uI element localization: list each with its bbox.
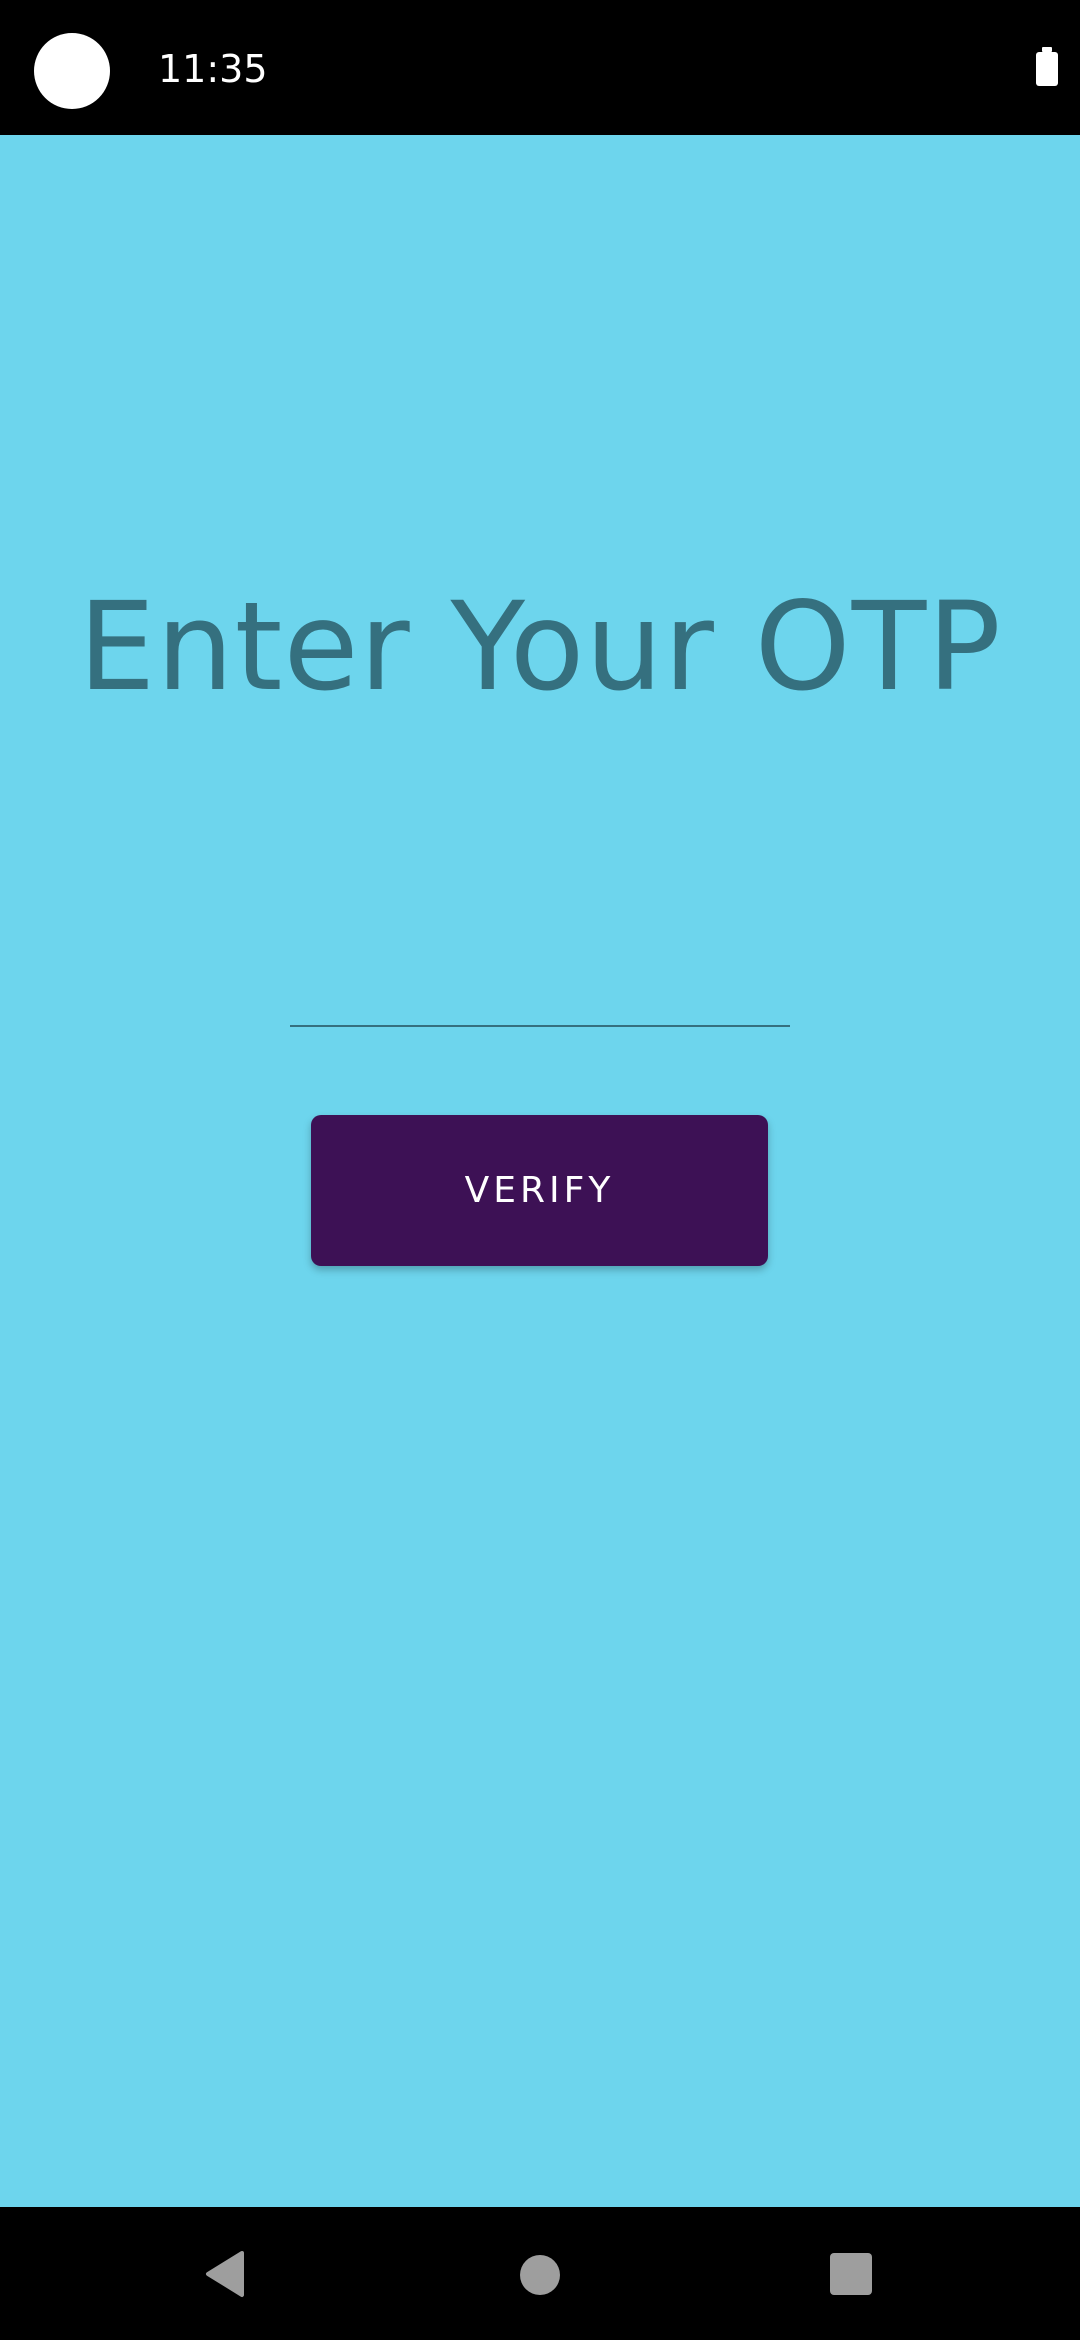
recents-icon[interactable] (830, 2253, 872, 2295)
otp-input[interactable] (290, 965, 790, 1027)
page-title: Enter Your OTP (78, 576, 1002, 718)
battery-icon (1036, 47, 1058, 86)
status-bar: 11:35 (0, 0, 1080, 135)
navigation-bar (0, 2207, 1080, 2340)
back-icon[interactable] (204, 2250, 246, 2298)
camera-dot-icon (34, 33, 110, 109)
verify-button[interactable]: VERIFY (311, 1115, 768, 1266)
otp-screen: Enter Your OTP VERIFY (0, 135, 1080, 2207)
home-icon[interactable] (520, 2255, 560, 2295)
phone-screen: 11:35 Enter Your OTP VERIFY (0, 0, 1080, 2340)
status-time: 11:35 (158, 47, 268, 91)
